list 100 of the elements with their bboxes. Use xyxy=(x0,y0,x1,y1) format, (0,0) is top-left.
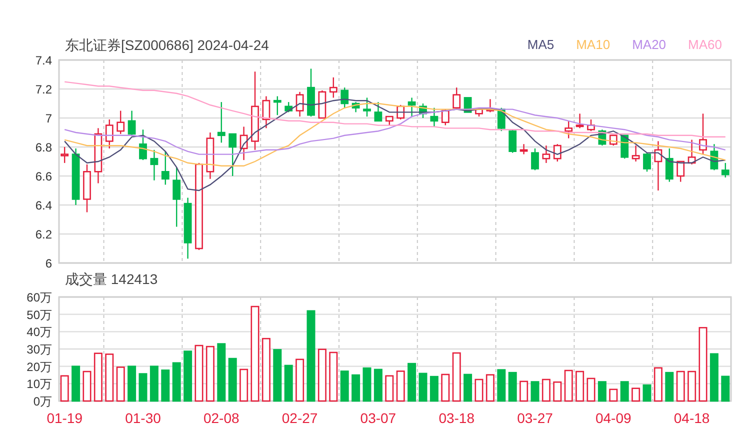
volume-bar xyxy=(632,388,640,402)
volume-bar xyxy=(564,370,573,402)
volume-bar xyxy=(418,372,428,402)
axis-label: 01-30 xyxy=(125,410,161,426)
candlestick xyxy=(116,110,125,134)
volume-bar xyxy=(150,366,158,402)
candlestick xyxy=(240,126,248,160)
volume-bar xyxy=(598,381,606,402)
candlestick xyxy=(452,88,461,108)
candlestick xyxy=(329,77,338,98)
volume-bar xyxy=(172,362,181,402)
axis-label: 20万 xyxy=(26,360,52,374)
candlestick xyxy=(105,119,114,148)
volume-bar xyxy=(329,352,338,402)
axis-label: 03-27 xyxy=(517,410,553,426)
volume-bar xyxy=(642,384,652,402)
volume-bar xyxy=(576,370,584,402)
axis-label: 60万 xyxy=(26,290,52,304)
candlestick xyxy=(184,198,192,259)
candlestick xyxy=(520,144,528,154)
candlestick xyxy=(172,167,181,227)
candlestick xyxy=(576,114,584,128)
candlestick xyxy=(710,144,718,170)
candlestick xyxy=(486,99,494,112)
volume-bar xyxy=(273,349,282,402)
volume-bar xyxy=(441,374,450,402)
volume-bar xyxy=(497,369,506,402)
candlestick xyxy=(508,130,517,153)
axis-label: 0万 xyxy=(33,394,52,408)
volume-bar xyxy=(116,366,125,402)
volume-bar xyxy=(654,367,662,402)
candlestick xyxy=(307,68,315,117)
volume-bar xyxy=(452,352,461,402)
candlestick xyxy=(643,152,651,172)
volume-bar xyxy=(520,380,528,402)
candlestick xyxy=(363,98,371,117)
candlestick xyxy=(340,88,349,108)
candlestick xyxy=(94,128,102,184)
volume-bar xyxy=(340,370,349,402)
volume-bar xyxy=(620,381,629,402)
axis-label: 6 xyxy=(45,256,52,270)
candlestick xyxy=(273,96,282,116)
volume-bar xyxy=(676,370,685,402)
candlestick xyxy=(206,132,214,179)
candlestick xyxy=(228,133,237,176)
axis-label: 30万 xyxy=(26,342,52,356)
candlestick xyxy=(542,146,550,163)
volume-bar xyxy=(228,358,237,402)
candlestick xyxy=(217,102,226,143)
volume-bar xyxy=(665,372,674,402)
volume-bar xyxy=(217,343,226,402)
candlestick xyxy=(374,102,382,122)
axis-label: 02-08 xyxy=(204,410,240,426)
volume-bar xyxy=(396,370,405,402)
volume-bar xyxy=(296,358,304,402)
volume-bar xyxy=(430,376,438,402)
candlestick xyxy=(318,90,326,119)
candlestick xyxy=(60,147,69,163)
volume-bar xyxy=(94,352,102,402)
candlestick xyxy=(296,92,304,117)
axis-label: 6.2 xyxy=(35,228,52,242)
volume-bar xyxy=(60,375,69,402)
candlestick xyxy=(419,104,427,118)
candlestick xyxy=(654,141,662,190)
volume-bar xyxy=(72,366,80,402)
axis-label: 40万 xyxy=(26,325,52,340)
volume-bar xyxy=(262,338,270,402)
volume-bar xyxy=(553,381,562,402)
candlestick xyxy=(475,108,483,117)
volume-bar xyxy=(318,348,326,402)
volume-bar xyxy=(284,364,293,402)
candlestick xyxy=(676,160,685,182)
axis-label: 6.4 xyxy=(35,198,52,212)
candlestick xyxy=(161,151,170,185)
volume-bar xyxy=(586,378,596,402)
volume-bar xyxy=(710,353,718,402)
axis-label: 03-18 xyxy=(438,410,474,426)
candlestick xyxy=(262,96,270,128)
candlestick xyxy=(83,164,91,212)
candlestick xyxy=(553,144,562,162)
candlestick xyxy=(128,110,136,136)
candlestick xyxy=(564,120,573,138)
chart-title: 成交量 142413 xyxy=(65,270,158,288)
axis-label: 7.2 xyxy=(35,82,52,96)
volume-bar xyxy=(362,367,372,402)
candlestick xyxy=(609,134,618,146)
candlestick xyxy=(688,140,696,164)
legend-label: MA5 xyxy=(527,36,554,54)
axis-label: 01-19 xyxy=(46,410,82,426)
candlestick xyxy=(587,119,595,132)
axis-label: 7 xyxy=(45,112,52,126)
volume-bar xyxy=(408,362,416,402)
axis-label: 10万 xyxy=(26,377,52,392)
volume-bar xyxy=(508,372,517,402)
volume-bar xyxy=(194,344,204,402)
legend-label: MA10 xyxy=(576,36,610,54)
volume-bar xyxy=(385,375,394,402)
candlestick xyxy=(284,102,293,112)
volume-bar xyxy=(374,368,382,402)
candlestick xyxy=(699,114,707,154)
